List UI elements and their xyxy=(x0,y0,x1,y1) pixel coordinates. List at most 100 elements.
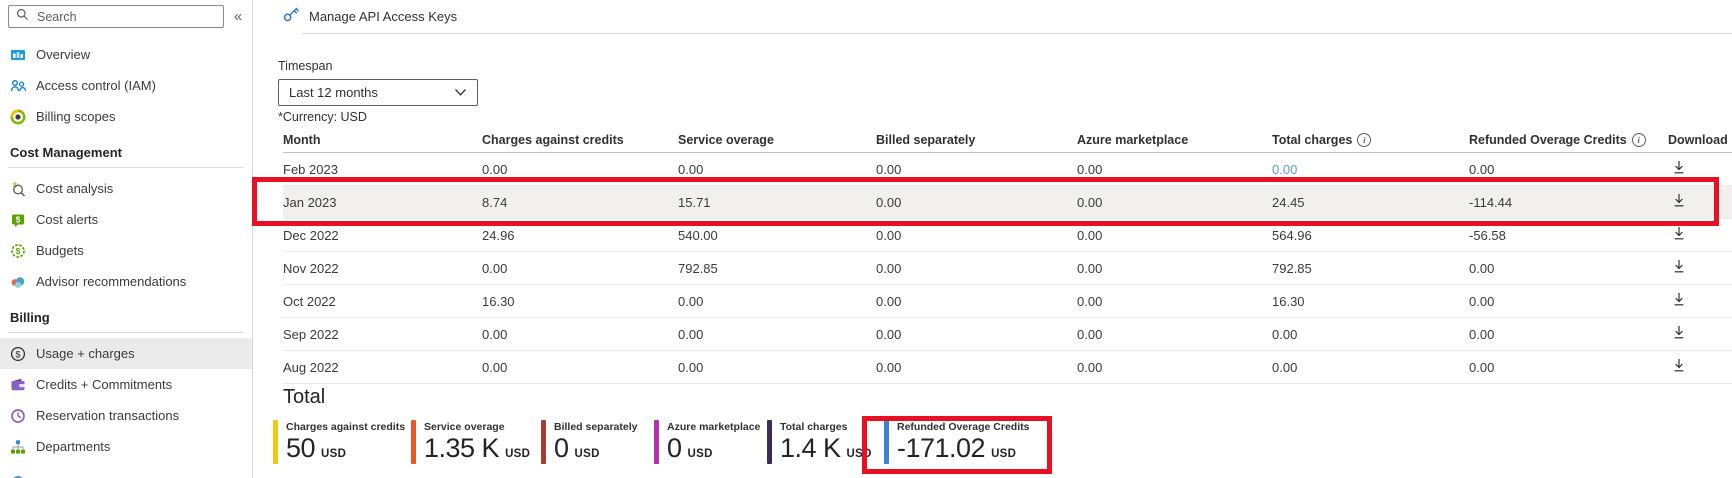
total-tile-azure-marketplace: Azure marketplace0USD xyxy=(654,420,760,464)
sidebar-item-usage-charges[interactable]: $Usage + charges xyxy=(0,338,252,369)
column-header-label: Total charges xyxy=(1272,133,1352,147)
sidebar-item-reservation-transactions[interactable]: Reservation transactions xyxy=(0,400,252,431)
download-icon xyxy=(1672,325,1686,343)
download-icon xyxy=(1672,259,1686,277)
tile-value: -171.02USD xyxy=(897,435,1029,462)
tile-value: 50USD xyxy=(286,435,405,462)
cell-value: -114.44 xyxy=(1469,195,1512,210)
sidebar-item-label: Advisor recommendations xyxy=(36,274,186,289)
download-button[interactable] xyxy=(1668,290,1690,312)
tile-amount: 1.35 K xyxy=(424,435,499,462)
month-cell: Sep 2022 xyxy=(283,327,482,342)
column-header-label: Service overage xyxy=(678,133,774,147)
timespan-label: Timespan xyxy=(278,59,332,73)
column-header-total-charges: Total charges i xyxy=(1272,133,1469,147)
info-icon[interactable]: i xyxy=(1357,133,1371,147)
cell-value: 16.30 xyxy=(1272,294,1305,309)
sidebar-item-overview[interactable]: Overview xyxy=(0,39,252,70)
total-charges-link[interactable]: 0.00 xyxy=(1272,162,1297,177)
download-button[interactable] xyxy=(1668,191,1690,213)
sidebar-nav: OverviewAccess control (IAM)Billing scop… xyxy=(0,32,252,478)
cell-value: 24.96 xyxy=(482,228,515,243)
month-cell: Feb 2023 xyxy=(283,162,482,177)
value-cell: 792.85 xyxy=(678,261,876,276)
svg-text:$: $ xyxy=(16,247,21,256)
command-bar[interactable]: Manage API Access Keys xyxy=(253,0,1732,33)
value-cell: 16.30 xyxy=(482,294,678,309)
manage-api-keys-button[interactable]: Manage API Access Keys xyxy=(309,9,457,24)
download-icon xyxy=(1672,292,1686,310)
timespan-select[interactable]: Last 12 months xyxy=(278,79,478,106)
value-cell[interactable]: 0.00 xyxy=(1272,162,1469,177)
table-row: Feb 20230.000.000.000.000.000.00 xyxy=(283,153,1732,186)
value-cell: 0.00 xyxy=(876,261,1077,276)
tile-body: Billed separately0USD xyxy=(554,420,637,464)
value-cell: 0.00 xyxy=(876,327,1077,342)
sidebar-item-label: Reservation transactions xyxy=(36,408,179,423)
cost-alerts-icon: $ xyxy=(9,211,27,228)
chevron-down-icon xyxy=(454,85,467,100)
cell-value: 0.00 xyxy=(482,261,507,276)
month-cell: Jan 2023 xyxy=(283,195,482,210)
tile-body: Total charges1.4 KUSD xyxy=(780,420,872,464)
value-cell: 0.00 xyxy=(1469,294,1668,309)
access-control-icon xyxy=(9,77,27,94)
search-input[interactable] xyxy=(35,9,216,25)
tile-label: Billed separately xyxy=(554,421,637,433)
download-button[interactable] xyxy=(1668,224,1690,246)
sidebar-item-budgets[interactable]: $Budgets xyxy=(0,235,252,266)
key-icon xyxy=(282,5,300,28)
cell-value: 0.00 xyxy=(678,294,703,309)
sidebar-item-label: Cost alerts xyxy=(36,212,98,227)
sidebar-collapse-button[interactable]: « xyxy=(227,7,249,27)
value-cell: 0.00 xyxy=(482,261,678,276)
value-cell: 0.00 xyxy=(678,294,876,309)
cell-value: 0.00 xyxy=(1469,360,1494,375)
sidebar-item-billing-scopes[interactable]: Billing scopes xyxy=(0,101,252,132)
sidebar-item-departments[interactable]: Departments xyxy=(0,431,252,462)
column-header-month: Month xyxy=(283,133,482,147)
download-cell xyxy=(1668,323,1732,345)
tile-color-bar xyxy=(273,420,278,464)
billing-scopes-icon xyxy=(9,108,27,125)
sidebar-item-more[interactable] xyxy=(0,462,252,478)
download-icon xyxy=(1672,160,1686,178)
table-row: Sep 20220.000.000.000.000.000.00 xyxy=(283,318,1732,351)
svg-text:$: $ xyxy=(15,349,20,359)
download-cell xyxy=(1668,158,1732,180)
tile-color-bar xyxy=(767,420,772,464)
sidebar-item-cost-analysis[interactable]: $Cost analysis xyxy=(0,173,252,204)
month-cell: Oct 2022 xyxy=(283,294,482,309)
value-cell: 0.00 xyxy=(876,162,1077,177)
command-bar-divider xyxy=(302,33,1732,34)
sidebar-item-label: Credits + Commitments xyxy=(36,377,172,392)
search-box[interactable] xyxy=(8,5,224,28)
value-cell: 0.00 xyxy=(1272,360,1469,375)
sidebar-item-credits-commitments[interactable]: Credits + Commitments xyxy=(0,369,252,400)
info-icon[interactable]: i xyxy=(1632,133,1646,147)
cell-value: 8.74 xyxy=(482,195,507,210)
sidebar-item-advisor-recommendations[interactable]: Advisor recommendations xyxy=(0,266,252,297)
value-cell: 0.00 xyxy=(482,327,678,342)
value-cell: 0.00 xyxy=(482,162,678,177)
sidebar-item-cost-alerts[interactable]: $ Cost alerts xyxy=(0,204,252,235)
column-header-label: Azure marketplace xyxy=(1077,133,1188,147)
value-cell: 0.00 xyxy=(1077,195,1272,210)
cell-value: 0.00 xyxy=(876,162,901,177)
value-cell: 564.96 xyxy=(1272,228,1469,243)
credits-commitments-icon xyxy=(9,376,27,393)
sidebar-item-access-control-iam[interactable]: Access control (IAM) xyxy=(0,70,252,101)
column-header-service-overage: Service overage xyxy=(678,133,876,147)
download-button[interactable] xyxy=(1668,257,1690,279)
download-button[interactable] xyxy=(1668,158,1690,180)
cell-value: 0.00 xyxy=(1272,360,1297,375)
cell-value: 0.00 xyxy=(1077,360,1102,375)
cell-value: 564.96 xyxy=(1272,228,1312,243)
download-button[interactable] xyxy=(1668,356,1690,378)
cell-value: 0.00 xyxy=(1077,162,1102,177)
cell-value: 0.00 xyxy=(1469,261,1494,276)
value-cell: 0.00 xyxy=(1469,162,1668,177)
cell-value: 0.00 xyxy=(876,195,901,210)
sidebar-section-header: Billing xyxy=(0,297,252,332)
download-button[interactable] xyxy=(1668,323,1690,345)
